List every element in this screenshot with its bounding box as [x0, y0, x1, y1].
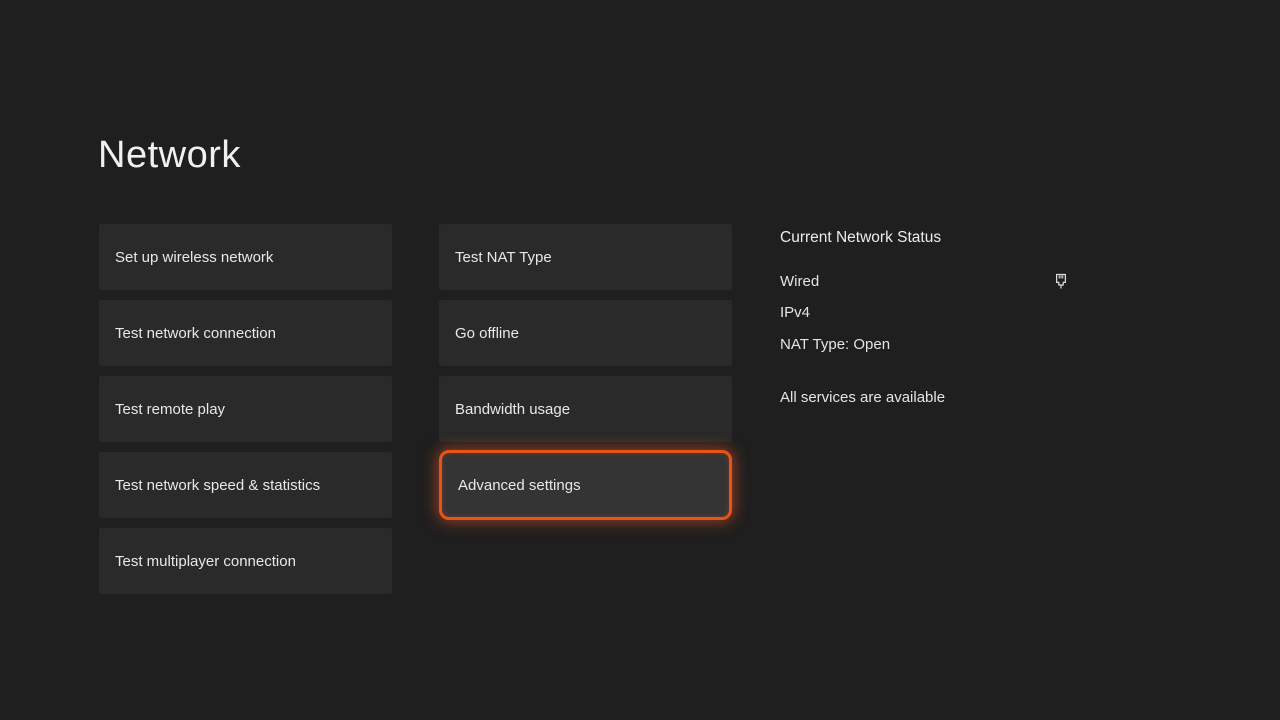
- network-status-panel: Current Network Status Wired IPv4 NAT Ty…: [780, 229, 1072, 406]
- ip-version-row: IPv4: [780, 304, 1072, 321]
- menu-button-go-offline[interactable]: Go offline: [439, 300, 732, 366]
- network-settings-screen: Network Set up wireless network Test net…: [0, 0, 1280, 720]
- menu-button-test-nat-type[interactable]: Test NAT Type: [439, 224, 732, 290]
- menu-button-set-up-wireless-network[interactable]: Set up wireless network: [99, 224, 392, 290]
- menu-button-label: Bandwidth usage: [455, 401, 570, 418]
- menu-button-bandwidth-usage[interactable]: Bandwidth usage: [439, 376, 732, 442]
- menu-button-label: Advanced settings: [458, 477, 581, 494]
- nat-type-row: NAT Type: Open: [780, 336, 1072, 353]
- connection-type-label: Wired: [780, 273, 819, 290]
- page-title: Network: [98, 134, 241, 177]
- menu-button-test-network-connection[interactable]: Test network connection: [99, 300, 392, 366]
- menu-button-label: Test NAT Type: [455, 249, 552, 266]
- nat-type-label: NAT Type: Open: [780, 336, 890, 353]
- menu-button-label: Set up wireless network: [115, 249, 273, 266]
- menu-button-advanced-settings[interactable]: Advanced settings: [439, 450, 732, 520]
- ethernet-plug-icon: [1054, 273, 1068, 290]
- menu-button-test-multiplayer-connection[interactable]: Test multiplayer connection: [99, 528, 392, 594]
- menu-column-left: Set up wireless network Test network con…: [99, 224, 392, 594]
- status-heading: Current Network Status: [780, 229, 1072, 247]
- menu-button-label: Test multiplayer connection: [115, 553, 296, 570]
- menu-column-right: Test NAT Type Go offline Bandwidth usage…: [439, 224, 732, 518]
- menu-button-label: Test network connection: [115, 325, 276, 342]
- menu-button-label: Test remote play: [115, 401, 225, 418]
- connection-type-row: Wired: [780, 273, 1072, 290]
- menu-button-label: Test network speed & statistics: [115, 477, 320, 494]
- services-status-row: All services are available: [780, 389, 1072, 406]
- ip-version-label: IPv4: [780, 304, 810, 321]
- menu-button-test-remote-play[interactable]: Test remote play: [99, 376, 392, 442]
- services-status-label: All services are available: [780, 389, 945, 406]
- menu-button-label: Go offline: [455, 325, 519, 342]
- menu-button-test-network-speed-statistics[interactable]: Test network speed & statistics: [99, 452, 392, 518]
